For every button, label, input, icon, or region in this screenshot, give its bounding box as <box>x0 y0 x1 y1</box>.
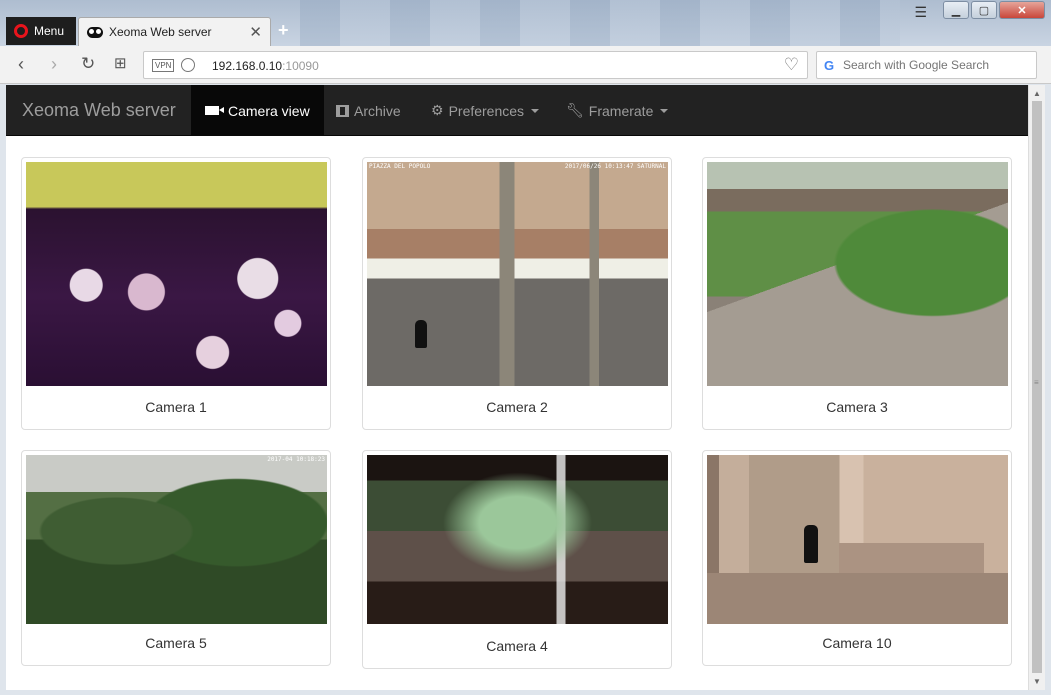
close-tab-icon[interactable]: ✕ <box>249 23 262 41</box>
camera-label: Camera 3 <box>826 399 888 415</box>
search-box[interactable]: G <box>816 51 1037 79</box>
caret-down-icon <box>531 108 540 113</box>
maximize-icon[interactable]: ▢ <box>971 1 997 19</box>
scroll-thumb[interactable] <box>1032 101 1042 673</box>
nav-preferences[interactable]: ⚙ Preferences <box>417 85 553 136</box>
app-brand[interactable]: Xeoma Web server <box>22 100 176 121</box>
forward-icon[interactable]: › <box>51 54 57 75</box>
camera-label: Camera 2 <box>486 399 548 415</box>
camera-feed-5[interactable]: 2017-04 10:18:23 <box>26 455 327 624</box>
camera-label: Camera 5 <box>145 635 207 651</box>
minimize-icon[interactable]: ▁ <box>943 1 969 19</box>
url-text[interactable]: 192.168.0.10:10090 <box>212 59 319 73</box>
xeoma-favicon-icon <box>87 26 103 38</box>
camera-card-10[interactable]: Camera 10 <box>702 450 1012 666</box>
scroll-grip-icon: ≡ <box>1034 378 1039 387</box>
app-navbar: Xeoma Web server Camera view Archive ⚙ P… <box>6 85 1028 136</box>
camera-timestamp: 2017/06/26 10:13:47 SATURNAL <box>564 163 666 170</box>
film-icon <box>336 104 349 117</box>
bookmark-heart-icon[interactable]: ♡ <box>784 55 799 75</box>
caret-down-icon <box>660 108 669 113</box>
opera-logo-icon <box>14 24 28 38</box>
camera-feed-2[interactable]: PIAZZA DEL POPOLO 2017/06/26 10:13:47 SA… <box>367 162 668 386</box>
gear-icon: ⚙ <box>431 102 444 118</box>
camera-feed-4[interactable] <box>367 455 668 624</box>
camera-feed-1[interactable] <box>26 162 327 386</box>
page-viewport: Xeoma Web server Camera view Archive ⚙ P… <box>6 85 1045 690</box>
camera-overlay-text: PIAZZA DEL POPOLO <box>369 163 431 170</box>
scroll-down-icon[interactable]: ▼ <box>1033 677 1041 686</box>
camera-card-4[interactable]: Camera 4 <box>362 450 672 669</box>
camera-card-5[interactable]: 2017-04 10:18:23 Camera 5 <box>21 450 331 666</box>
tab-menu-icon[interactable]: ☰ <box>914 4 927 21</box>
browser-tab[interactable]: Xeoma Web server ✕ <box>78 17 271 46</box>
video-camera-icon <box>205 106 224 115</box>
nav-archive[interactable]: Archive <box>322 85 415 136</box>
nav-camera-view[interactable]: Camera view <box>191 85 324 136</box>
scroll-up-icon[interactable]: ▲ <box>1033 89 1041 98</box>
google-icon: G <box>824 58 835 73</box>
tab-bar: Menu Xeoma Web server ✕ + ☰ ▁ ▢ ✕ <box>0 0 1051 46</box>
window-controls: ▁ ▢ ✕ <box>943 1 1045 19</box>
camera-label: Camera 4 <box>486 638 548 654</box>
camera-feed-3[interactable] <box>707 162 1008 386</box>
camera-card-1[interactable]: Camera 1 <box>21 157 331 430</box>
tab-title: Xeoma Web server <box>109 25 212 39</box>
close-window-icon[interactable]: ✕ <box>999 1 1045 19</box>
camera-card-2[interactable]: PIAZZA DEL POPOLO 2017/06/26 10:13:47 SA… <box>362 157 672 430</box>
speed-dial-icon[interactable]: ⊞ <box>114 54 127 72</box>
nav-framerate[interactable]: 🔧︎ Framerate <box>552 85 682 136</box>
browser-window: Menu Xeoma Web server ✕ + ☰ ▁ ▢ ✕ ‹ › ↻ … <box>0 0 1051 695</box>
camera-label: Camera 10 <box>822 635 892 651</box>
wrench-icon: 🔧︎ <box>566 102 584 118</box>
camera-timestamp: 2017-04 10:18:23 <box>267 456 325 463</box>
globe-icon[interactable] <box>181 58 195 72</box>
camera-feed-10[interactable] <box>707 455 1008 624</box>
camera-label: Camera 1 <box>145 399 207 415</box>
camera-card-3[interactable]: Camera 3 <box>702 157 1012 430</box>
vpn-badge[interactable]: VPN <box>152 59 175 72</box>
address-bar: ‹ › ↻ ⊞ VPN 192.168.0.10:10090 ♡ G <box>0 46 1051 84</box>
url-field[interactable]: VPN 192.168.0.10:10090 ♡ <box>143 51 808 79</box>
opera-menu-button[interactable]: Menu <box>6 17 76 45</box>
reload-icon[interactable]: ↻ <box>81 54 95 74</box>
back-icon[interactable]: ‹ <box>18 54 24 75</box>
menu-label: Menu <box>34 24 65 38</box>
new-tab-icon[interactable]: + <box>278 20 289 41</box>
search-input[interactable] <box>843 56 1033 74</box>
page-scrollbar[interactable]: ▲ ≡ ▼ <box>1028 85 1045 690</box>
